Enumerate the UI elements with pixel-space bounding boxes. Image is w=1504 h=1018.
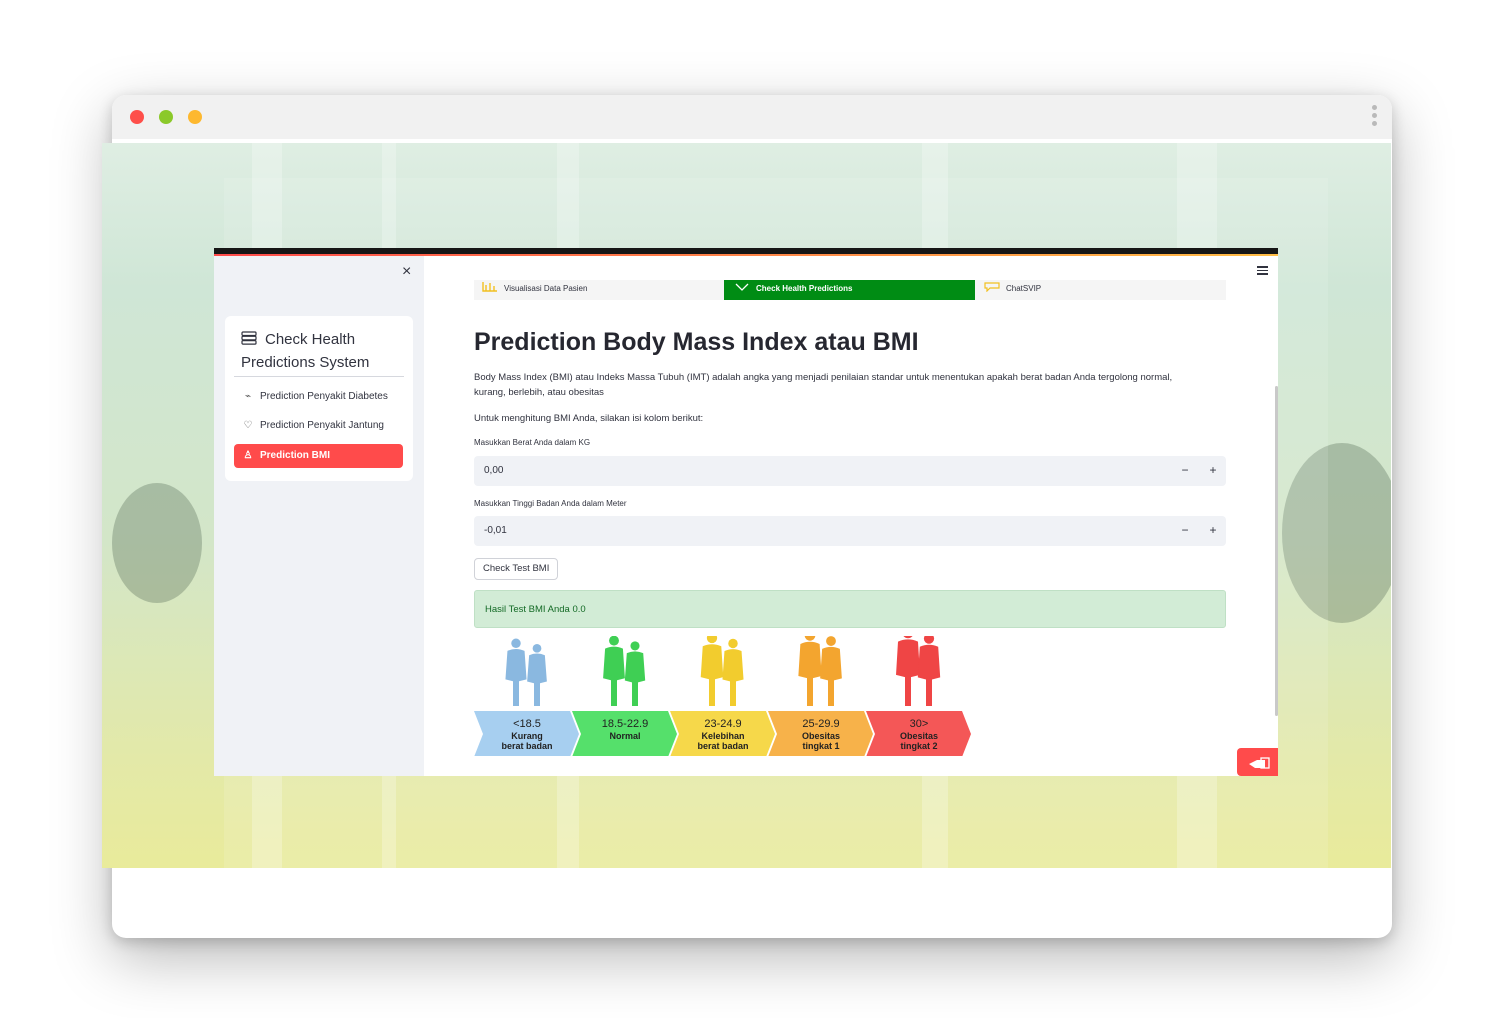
sidebar-title-text: Check Health Predictions System [241, 331, 370, 371]
bmi-category-label: Obesitas [802, 731, 840, 741]
weight-decrement-button[interactable]: − [1178, 462, 1192, 478]
bmi-range-label: 25-29.9 [802, 718, 839, 730]
bmi-category-3: 25-29.9Obesitastingkat 1 [768, 636, 873, 756]
sidebar-header: Check Health Predictions System [241, 328, 401, 374]
bmi-category-sublabel: tingkat 1 [802, 741, 839, 751]
bmi-category-1: 18.5-22.9Normal [572, 636, 677, 756]
tab-label: Visualisasi Data Pasien [504, 284, 588, 293]
bmi-category-label: Kurang [511, 731, 543, 741]
bmi-category-0: <18.5Kurangberat badan [474, 638, 579, 756]
activity-icon: ⌁ [244, 391, 252, 402]
browser-menu-icon[interactable] [1368, 105, 1380, 131]
result-text: Hasil Test BMI Anda 0.0 [485, 604, 586, 615]
page-title: Prediction Body Mass Index atau BMI [474, 328, 919, 356]
bmi-range-label: <18.5 [513, 718, 541, 730]
hand-pointer-icon [1249, 757, 1270, 769]
tab-check-health[interactable]: Check Health Predictions [724, 280, 975, 300]
sidebar-item-bmi[interactable]: ♙ Prediction BMI [234, 444, 403, 468]
height-input[interactable]: -0,01 [484, 525, 507, 536]
sidebar-item-label: Prediction Penyakit Diabetes [260, 391, 388, 402]
result-alert: Hasil Test BMI Anda 0.0 [474, 590, 1226, 628]
bmi-category-chart: <18.5Kurangberat badan18.5-22.9Normal23-… [474, 636, 971, 756]
weight-label: Masukkan Berat Anda dalam KG [474, 438, 591, 447]
bmi-category-2: 23-24.9Kelebihanberat badan [670, 636, 775, 756]
chart-icon [482, 282, 497, 292]
navigation-tabs: Visualisasi Data Pasien Check Health Pre… [474, 280, 1226, 300]
browser-title-bar [112, 95, 1392, 139]
tab-visualisasi[interactable]: Visualisasi Data Pasien [482, 280, 724, 300]
bmi-category-sublabel: berat badan [697, 741, 748, 751]
sidebar-title: Check Health Predictions System [241, 331, 369, 371]
sidebar-menu: Check Health Predictions System ⌁ Predict… [225, 316, 413, 481]
app-window: × Check Health Predictions System ⌁ Predi… [214, 248, 1278, 776]
sidebar-divider [234, 376, 404, 377]
check-icon [735, 283, 749, 291]
sidebar-item-label: Prediction BMI [260, 450, 331, 461]
height-stepper[interactable]: -0,01 − + [474, 516, 1226, 546]
weight-stepper[interactable]: 0,00 − + [474, 456, 1226, 486]
height-decrement-button[interactable]: − [1178, 522, 1192, 538]
bmi-category-sublabel: berat badan [501, 741, 552, 751]
deploy-button[interactable] [1237, 748, 1278, 776]
person-icon: ♙ [243, 450, 253, 461]
main-content: Visualisasi Data Pasien Check Health Pre… [424, 256, 1278, 776]
app-header-bar [214, 248, 1278, 256]
hamburger-menu-icon[interactable] [1257, 266, 1268, 277]
bmi-category-sublabel: tingkat 2 [900, 741, 937, 751]
heart-icon: ♡ [243, 420, 253, 431]
intro-text: Body Mass Index (BMI) atau Indeks Massa … [474, 372, 1173, 398]
close-window-button[interactable] [130, 110, 144, 124]
sidebar-item-diabetes[interactable]: ⌁ Prediction Penyakit Diabetes [234, 385, 403, 409]
bmi-category-label: Kelebihan [701, 731, 744, 741]
height-increment-button[interactable]: + [1206, 522, 1220, 538]
bmi-category-label: Normal [609, 731, 640, 741]
weight-input[interactable]: 0,00 [484, 465, 503, 476]
sidebar-item-jantung[interactable]: ♡ Prediction Penyakit Jantung [234, 414, 403, 438]
database-icon [241, 331, 257, 345]
tab-chatsvip[interactable]: ChatSVIP [984, 280, 1224, 300]
tab-label: Check Health Predictions [756, 284, 853, 293]
sidebar-item-label: Prediction Penyakit Jantung [260, 420, 384, 431]
chat-icon [984, 282, 1000, 292]
bmi-range-label: 23-24.9 [704, 718, 741, 730]
sidebar: × Check Health Predictions System ⌁ Predi… [214, 256, 424, 776]
bmi-category-4: 30>Obesitastingkat 2 [866, 636, 971, 756]
minimize-window-button[interactable] [188, 110, 202, 124]
tab-label: ChatSVIP [1006, 284, 1042, 293]
bmi-category-label: Obesitas [900, 731, 938, 741]
close-sidebar-icon[interactable]: × [402, 264, 411, 280]
bmi-range-label: 30> [910, 718, 929, 730]
scrollbar[interactable] [1275, 386, 1278, 716]
weight-increment-button[interactable]: + [1206, 462, 1220, 478]
height-label: Masukkan Tinggi Badan Anda dalam Meter [474, 499, 627, 508]
bmi-range-label: 18.5-22.9 [602, 718, 648, 730]
check-bmi-button[interactable]: Check Test BMI [474, 558, 559, 580]
maximize-window-button[interactable] [159, 110, 173, 124]
instruction-text: Untuk menghitung BMI Anda, silakan isi k… [474, 413, 704, 424]
